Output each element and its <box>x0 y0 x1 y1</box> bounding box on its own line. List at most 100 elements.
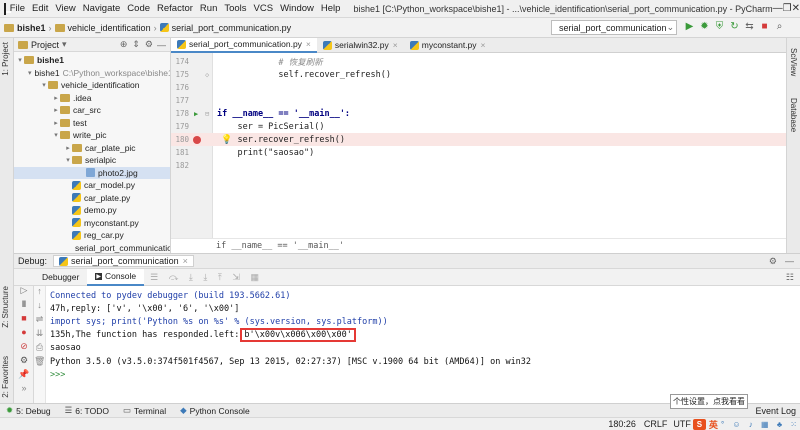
breadcrumb-project[interactable]: bishe1 <box>17 23 46 33</box>
emoji-icon[interactable]: ☺ <box>732 420 743 429</box>
close-tab-icon[interactable]: × <box>393 40 398 50</box>
tree-item-myconstant[interactable]: myconstant.py <box>14 217 170 230</box>
coverage-icon[interactable]: ⛨ <box>712 21 727 32</box>
code-line[interactable]: 175 ◇ self.recover_refresh() <box>171 68 786 81</box>
fold-marker-icon[interactable]: ⊟ <box>205 110 209 118</box>
maximize-button[interactable]: ❐ <box>783 3 792 14</box>
gear-icon[interactable]: ⚙ <box>769 256 777 267</box>
project-view-label[interactable]: Project <box>31 40 59 50</box>
menu-refactor[interactable]: Refactor <box>157 3 193 14</box>
scroll-down-icon[interactable]: ↓ <box>34 300 45 314</box>
run-icon[interactable]: ▶ <box>682 21 697 32</box>
expand-arrow-icon[interactable]: ▸ <box>52 106 60 114</box>
tree-item-car-plate-pic[interactable]: ▸ car_plate_pic <box>14 142 170 155</box>
gear-icon[interactable]: ⚙ <box>145 39 153 50</box>
wrap-icon[interactable]: ⇌ <box>34 314 45 328</box>
code-line[interactable]: 182 <box>171 159 786 172</box>
step-over-icon[interactable]: ⤼ <box>169 272 183 282</box>
tree-item-root[interactable]: ▾ bishe1 <box>14 54 170 67</box>
expand-arrow-icon[interactable]: ▾ <box>40 81 48 89</box>
tab-myconstant[interactable]: myconstant.py × <box>404 38 492 53</box>
tree-item-test[interactable]: ▸ test <box>14 117 170 130</box>
tool-tab-todo[interactable]: ☰ 6: TODO <box>65 405 109 416</box>
print-icon[interactable]: ⎙ <box>34 342 45 356</box>
scroll-end-icon[interactable]: ⇊ <box>34 328 45 342</box>
stop-icon[interactable]: ■ <box>757 21 772 32</box>
editor-breadcrumb-label[interactable]: if __name__ == '__main__' <box>216 241 344 251</box>
tree-item-vehicle-identification[interactable]: ▾ vehicle_identification <box>14 79 170 92</box>
sciview-tool-tab[interactable]: SciView <box>789 48 798 76</box>
code-line[interactable]: 176 <box>171 81 786 94</box>
tree-item-serial-port-communication[interactable]: serial_port_communication <box>14 242 170 254</box>
breakpoint-icon[interactable] <box>193 135 201 144</box>
tree-item-demo[interactable]: demo.py <box>14 204 170 217</box>
tool-tab-python-console[interactable]: ◆ Python Console <box>180 405 250 416</box>
search-icon[interactable]: ⌕ <box>772 21 787 32</box>
menu-edit[interactable]: Edit <box>32 3 48 14</box>
run-to-cursor-icon[interactable]: ⇲ <box>232 272 244 282</box>
menu-vcs[interactable]: VCS <box>254 3 274 14</box>
menu-file[interactable]: File <box>10 3 25 14</box>
close-button[interactable]: ✕ <box>792 3 800 14</box>
menu-window[interactable]: Window <box>280 3 314 14</box>
debug-session-tab[interactable]: serial_port_communication × <box>53 255 194 267</box>
evaluate-icon[interactable]: ▦ <box>250 272 263 282</box>
event-log-button[interactable]: Event Log <box>755 406 796 416</box>
tab-debugger[interactable]: Debugger <box>34 269 87 286</box>
tab-serial-port-communication[interactable]: serial_port_communication.py × <box>171 37 317 53</box>
code-line[interactable]: 177 <box>171 94 786 107</box>
breadcrumb-file[interactable]: serial_port_communication.py <box>172 23 292 33</box>
console-prompt[interactable]: >>> <box>50 368 796 381</box>
punctuation-icon[interactable]: ° <box>721 420 727 429</box>
menu-run[interactable]: Run <box>200 3 217 14</box>
menu-view[interactable]: View <box>55 3 75 14</box>
tool-tab-terminal[interactable]: ▭ Terminal <box>123 405 166 416</box>
layout-icon[interactable]: ☷ <box>786 272 794 283</box>
clear-icon[interactable]: 🗑 <box>34 356 45 370</box>
locate-icon[interactable]: ⊕ <box>120 39 128 50</box>
code-line[interactable]: 178 ▶ ⊟ if __name__ == '__main__': <box>171 107 786 120</box>
scroll-up-icon[interactable]: ↑ <box>34 286 45 300</box>
code-line-breakpoint[interactable]: 180 💡 ser.recover_refresh() <box>171 133 786 146</box>
tree-item-write-pic[interactable]: ▾ write_pic <box>14 129 170 142</box>
hide-icon[interactable]: — <box>157 40 166 50</box>
step-into-my-code-icon[interactable]: ⤓ <box>203 272 211 282</box>
skin-icon[interactable]: ♣ <box>777 420 785 429</box>
debug-icon[interactable]: ✹ <box>697 21 712 32</box>
tree-item-car-src[interactable]: ▸ car_src <box>14 104 170 117</box>
menu-code[interactable]: Code <box>127 3 150 14</box>
menu-tools[interactable]: Tools <box>224 3 246 14</box>
close-tab-icon[interactable]: × <box>306 39 311 49</box>
expand-arrow-icon[interactable]: ▾ <box>28 69 32 77</box>
tab-console[interactable]: ▶ Console <box>87 268 145 286</box>
tree-item-car-plate[interactable]: car_plate.py <box>14 192 170 205</box>
tree-item-idea[interactable]: ▸ .idea <box>14 92 170 105</box>
expand-arrow-icon[interactable]: ▾ <box>64 156 72 164</box>
database-tool-tab[interactable]: Database <box>789 98 798 132</box>
line-separator[interactable]: CRLF <box>644 419 668 429</box>
breadcrumb-folder[interactable]: vehicle_identification <box>68 23 151 33</box>
expand-arrow-icon[interactable]: ▸ <box>52 94 60 102</box>
collapse-icon[interactable]: ⇕ <box>132 39 140 50</box>
tree-item-bishe1[interactable]: ▾ bishe1 C:\Python_workspace\bishe1 <box>14 67 170 80</box>
tab-serialwin32[interactable]: serialwin32.py × <box>317 38 404 53</box>
code-line[interactable]: 174 # 恢复刷新 <box>171 55 786 68</box>
favorites-tool-tab[interactable]: 2: Favorites <box>1 356 10 398</box>
menu-help[interactable]: Help <box>321 3 341 14</box>
minimize-button[interactable]: — <box>773 3 783 14</box>
chevron-down-icon[interactable]: ▾ <box>62 39 67 50</box>
profile-icon[interactable]: ↻ <box>727 21 742 32</box>
close-tab-icon[interactable]: × <box>183 256 188 266</box>
sogou-ime-icon[interactable]: S <box>692 418 706 430</box>
show-execution-point-icon[interactable]: ☰ <box>150 272 162 282</box>
console-output[interactable]: Connected to pydev debugger (build 193.5… <box>46 286 800 403</box>
microphone-icon[interactable]: ♪ <box>749 420 756 429</box>
tree-item-serialpic[interactable]: ▾ serialpic <box>14 154 170 167</box>
close-tab-icon[interactable]: × <box>481 40 486 50</box>
expand-arrow-icon[interactable]: ▸ <box>64 144 72 152</box>
run-gutter-icon[interactable]: ▶ <box>194 110 198 118</box>
keyboard-icon[interactable]: ▦ <box>761 420 772 429</box>
expand-arrow-icon[interactable]: ▾ <box>52 131 60 139</box>
pin-icon[interactable]: 📌 <box>14 367 34 381</box>
cursor-position[interactable]: 180:26 <box>608 419 636 429</box>
